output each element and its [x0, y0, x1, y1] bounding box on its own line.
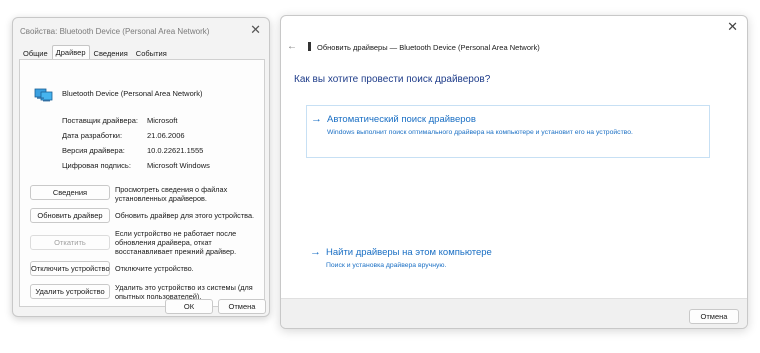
update-driver-desc: Обновить драйвер для этого устройства. — [115, 211, 255, 220]
arrow-right-icon: → — [310, 246, 321, 258]
back-arrow-icon[interactable]: ← — [287, 41, 297, 52]
tab-general[interactable]: Общие — [19, 46, 52, 60]
driver-version-label: Версия драйвера: — [62, 146, 125, 155]
arrow-right-icon: → — [311, 113, 322, 125]
driver-date-label: Дата разработки: — [62, 131, 123, 140]
ok-button[interactable]: ОК — [165, 299, 213, 314]
cancel-button[interactable]: Отмена — [218, 299, 266, 314]
manual-search-desc: Поиск и установка драйвера вручную. — [326, 262, 447, 269]
wizard-footer: Отмена — [281, 298, 747, 328]
manual-search-option[interactable]: → Найти драйверы на этом компьютере Поис… — [306, 240, 710, 274]
digital-signature-value: Microsoft Windows — [147, 161, 210, 170]
driver-version-row: Версия драйвера: 10.0.22621.1555 — [62, 146, 203, 155]
cancel-button[interactable]: Отмена — [689, 309, 739, 324]
driver-version-value: 10.0.22621.1555 — [147, 146, 204, 155]
device-icon — [308, 42, 311, 51]
driver-date-value: 21.06.2006 — [147, 131, 185, 140]
update-driver-button[interactable]: Обновить драйвер — [30, 208, 110, 223]
auto-search-title: Автоматический поиск драйверов — [327, 114, 476, 125]
digital-signature-row: Цифровая подпись: Microsoft Windows — [62, 161, 210, 170]
update-drivers-wizard: ✕ ← Обновить драйверы — Bluetooth Device… — [280, 15, 748, 329]
tab-details[interactable]: Сведения — [90, 46, 132, 60]
close-icon[interactable]: ✕ — [727, 20, 738, 34]
manual-search-title: Найти драйверы на этом компьютере — [326, 247, 492, 258]
dialog-title: Свойства: Bluetooth Device (Personal Are… — [20, 27, 210, 36]
tab-driver[interactable]: Драйвер — [51, 45, 90, 60]
auto-search-desc: Windows выполнит поиск оптимального драй… — [327, 129, 633, 136]
driver-provider-row: Поставщик драйвера: Microsoft — [62, 116, 177, 125]
device-properties-dialog: Свойства: Bluetooth Device (Personal Are… — [12, 17, 270, 317]
network-device-icon — [34, 88, 53, 102]
disable-device-desc: Отключите устройство. — [115, 264, 194, 273]
driver-details-button[interactable]: Сведения — [30, 185, 110, 200]
digital-signature-label: Цифровая подпись: — [62, 161, 131, 170]
device-name: Bluetooth Device (Personal Area Network) — [62, 89, 203, 98]
driver-provider-value: Microsoft — [147, 116, 178, 125]
rollback-driver-button[interactable]: Откатить — [30, 235, 110, 250]
uninstall-device-button[interactable]: Удалить устройство — [30, 284, 110, 299]
wizard-title: Обновить драйверы — Bluetooth Device (Pe… — [317, 43, 540, 52]
driver-tab-panel: Bluetooth Device (Personal Area Network)… — [19, 59, 265, 307]
auto-search-option[interactable]: → Автоматический поиск драйверов Windows… — [306, 105, 710, 158]
disable-device-button[interactable]: Отключить устройство — [30, 261, 110, 276]
close-icon[interactable]: ✕ — [250, 23, 261, 37]
driver-date-row: Дата разработки: 21.06.2006 — [62, 131, 185, 140]
tab-events[interactable]: События — [132, 46, 171, 60]
tab-strip: Общие Драйвер Сведения События — [19, 45, 171, 60]
driver-details-desc: Просмотреть сведения о файлах установлен… — [115, 185, 228, 203]
rollback-driver-desc: Если устройство не работает после обновл… — [115, 229, 237, 256]
driver-provider-label: Поставщик драйвера: — [62, 116, 138, 125]
search-question-heading: Как вы хотите провести поиск драйверов? — [294, 74, 491, 85]
